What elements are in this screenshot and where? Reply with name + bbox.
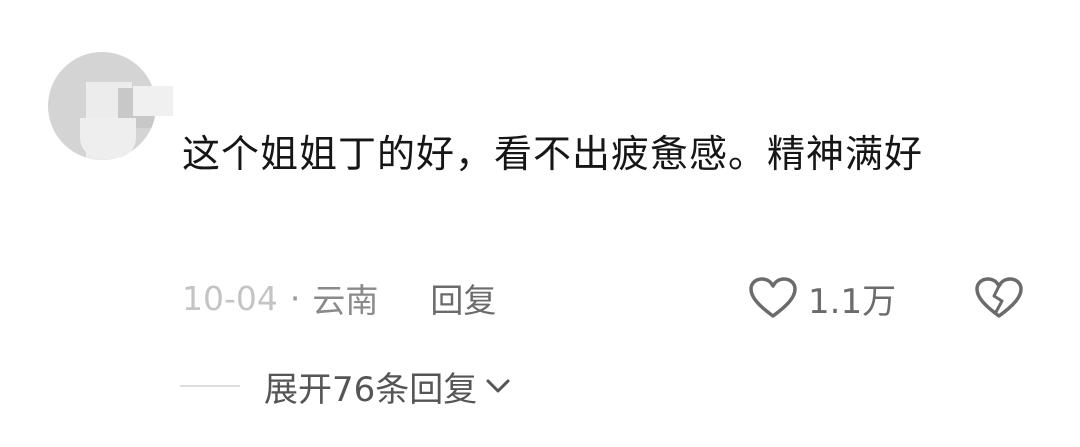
heart-outline-icon: [749, 277, 797, 318]
meta-separator: ·: [289, 278, 301, 318]
comment-date: 10-04: [182, 278, 278, 318]
like-count: 1.1万: [808, 281, 897, 322]
expand-replies-button[interactable]: 展开76条回复: [180, 360, 513, 412]
reply-button[interactable]: 回复: [430, 274, 496, 322]
avatar-overlay: [80, 118, 136, 158]
dislike-button[interactable]: [974, 276, 1024, 320]
divider-line: [180, 385, 240, 387]
broken-heart-icon: [975, 277, 1023, 318]
like-button[interactable]: 1.1万: [748, 274, 896, 322]
expand-replies-label: 展开76条回复: [264, 369, 478, 410]
comment-meta: 10-04 · 云南 回复: [182, 274, 496, 322]
chevron-down-icon: [486, 379, 510, 393]
comment-location: 云南: [312, 281, 379, 320]
comment-text: 这个姐姐丁的好，看不出疲惫感。精神满好: [182, 132, 924, 176]
comment-item: 这个姐姐丁的好，看不出疲惫感。精神满好 10-04 · 云南 回复 1.1万 展…: [0, 0, 1080, 447]
avatar-overlay: [133, 86, 173, 116]
